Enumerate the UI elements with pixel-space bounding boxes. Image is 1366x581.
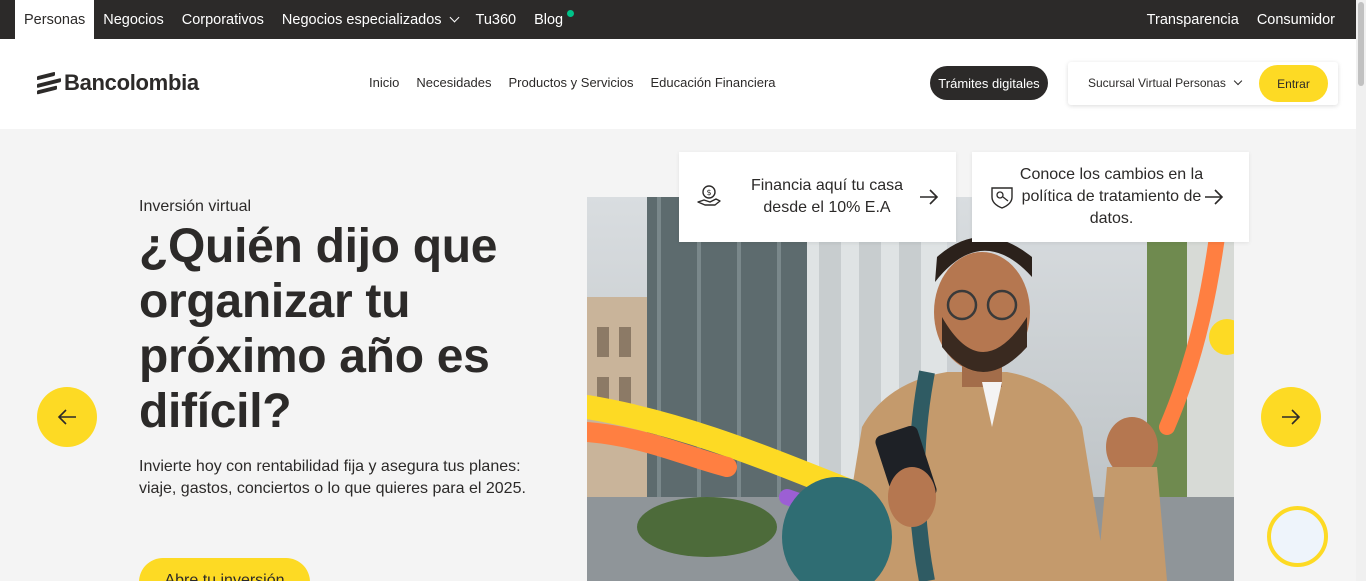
logo-text: Bancolombia <box>64 70 199 95</box>
link-label: Transparencia <box>1146 11 1239 28</box>
card-politica-datos[interactable]: Conoce los cambios en la política de tra… <box>972 152 1249 242</box>
segment-corporativos[interactable]: Corporativos <box>173 0 273 39</box>
main-nav: Inicio Necesidades Productos y Servicios… <box>369 75 776 90</box>
carousel-prev-button[interactable] <box>37 387 97 447</box>
segment-negocios[interactable]: Negocios <box>94 0 172 39</box>
segment-label: Negocios <box>103 11 164 28</box>
entrar-button[interactable]: Entrar <box>1259 65 1328 102</box>
nav-necesidades[interactable]: Necesidades <box>416 75 491 90</box>
segment-personas[interactable]: Personas <box>15 0 95 39</box>
site-header: Bancolombia Inicio Necesidades Productos… <box>0 39 1356 129</box>
abre-inversion-button[interactable]: Abre tu inversión <box>139 558 310 581</box>
chat-button[interactable] <box>1267 506 1328 567</box>
page-scrollbar[interactable] <box>1356 0 1366 581</box>
tramites-digitales-button[interactable]: Trámites digitales <box>930 66 1048 100</box>
shield-hand-icon <box>991 187 1013 209</box>
segment-label: Corporativos <box>181 11 264 28</box>
hero-eyebrow: Inversión virtual <box>139 198 252 215</box>
segment-topbar: Personas Negocios Corporativos Negocios … <box>0 0 1356 39</box>
segment-label: Tu360 <box>475 11 517 28</box>
sucursal-box: Sucursal Virtual Personas Entrar <box>1068 62 1338 105</box>
segment-label: Negocios especializados <box>281 11 442 28</box>
hero-image <box>587 197 1234 581</box>
chevron-down-icon <box>1233 76 1243 86</box>
sucursal-select[interactable]: Sucursal Virtual Personas <box>1088 76 1243 90</box>
hand-money-icon: $ <box>697 185 721 206</box>
segment-label: Personas <box>24 11 86 28</box>
sucursal-label: Sucursal Virtual Personas <box>1088 76 1226 90</box>
chevron-down-icon <box>449 12 459 23</box>
segment-blog[interactable]: Blog <box>525 0 583 39</box>
segment-tu360[interactable]: Tu360 <box>467 0 526 39</box>
card-financia-casa[interactable]: $ Financia aquí tu casa desde el 10% E.A <box>679 152 956 242</box>
nav-productos-servicios[interactable]: Productos y Servicios <box>509 75 634 90</box>
card-text: Conoce los cambios en la política de tra… <box>1019 166 1204 227</box>
arrow-right-icon <box>920 189 939 205</box>
link-transparencia[interactable]: Transparencia <box>1138 0 1248 39</box>
topbar-right-links: Transparencia Consumidor <box>1138 0 1356 39</box>
nav-inicio[interactable]: Inicio <box>369 75 399 90</box>
hero-photo-illustration <box>587 197 1234 581</box>
carousel-next-button[interactable] <box>1261 387 1321 447</box>
card-text: Financia aquí tu casa desde el 10% E.A <box>750 177 904 216</box>
bancolombia-logo[interactable]: Bancolombia <box>37 70 199 96</box>
link-consumidor[interactable]: Consumidor <box>1248 0 1344 39</box>
nav-educacion-financiera[interactable]: Educación Financiera <box>651 75 776 90</box>
new-indicator-dot <box>567 10 575 17</box>
link-label: Consumidor <box>1256 11 1335 28</box>
segment-negocios-especializados[interactable]: Negocios especializados <box>273 0 467 39</box>
arrow-right-icon <box>1205 189 1224 205</box>
segment-label: Blog <box>534 11 564 28</box>
arrow-right-icon <box>1282 409 1301 425</box>
hero-description: Invierte hoy con rentabilidad fija y ase… <box>139 458 526 497</box>
arrow-left-icon <box>57 409 76 425</box>
svg-text:$: $ <box>706 188 711 197</box>
logo-mark-icon <box>37 71 61 95</box>
hero-headline: ¿Quién dijo que organizar tu próximo año… <box>139 220 498 438</box>
scrollbar-thumb[interactable] <box>1358 2 1364 86</box>
